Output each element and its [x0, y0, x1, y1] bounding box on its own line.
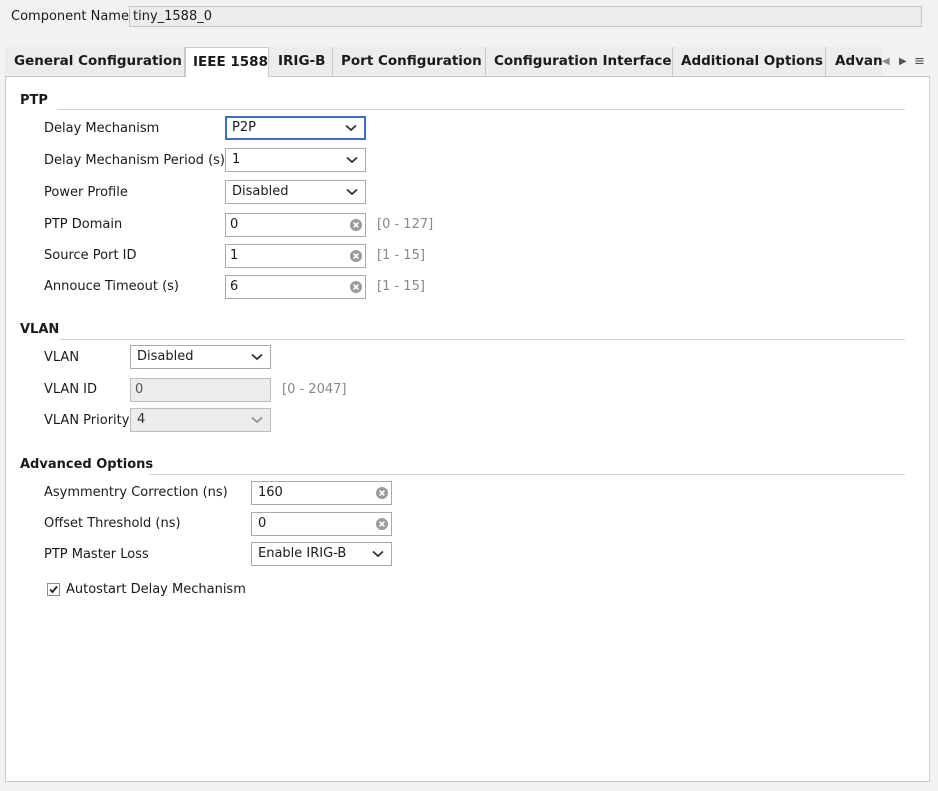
tab-general-configuration[interactable]: General Configuration [5, 47, 185, 76]
clear-circle-icon[interactable] [376, 487, 388, 499]
chevron-down-icon [251, 346, 263, 368]
chevron-down-icon [346, 181, 358, 203]
tab-additional-options[interactable]: Additional Options [673, 47, 826, 76]
vlan-section-title: VLAN [20, 322, 60, 337]
ptp-domain-input[interactable]: 0 [225, 213, 366, 237]
announce-timeout-value: 6 [230, 279, 239, 294]
vlan-id-input[interactable]: 0 [130, 378, 271, 402]
vlan-label: VLAN [44, 350, 80, 365]
source-port-label: Source Port ID [44, 248, 137, 263]
clear-circle-icon[interactable] [376, 518, 388, 530]
vlan-id-range: [0 - 2047] [282, 382, 347, 397]
vlan-section-divider [60, 339, 905, 340]
triangle-right-icon[interactable]: ▶ [899, 47, 907, 76]
delay-period-value: 1 [232, 152, 241, 167]
advanced-section-title: Advanced Options [20, 457, 154, 472]
menu-icon[interactable]: ≡ [914, 47, 925, 76]
source-port-input[interactable]: 1 [225, 244, 366, 268]
tab-port-configuration[interactable]: Port Configuration [333, 47, 486, 76]
tab-configuration-interface[interactable]: Configuration Interface [486, 47, 673, 76]
vlan-id-label: VLAN ID [44, 382, 98, 397]
announce-timeout-label: Annouce Timeout (s) [44, 279, 179, 294]
clear-circle-icon[interactable] [350, 219, 362, 231]
delay-mechanism-value: P2P [232, 120, 256, 135]
ptp-domain-value: 0 [230, 217, 239, 232]
power-profile-select[interactable]: Disabled [225, 180, 366, 204]
vlan-id-value: 0 [135, 382, 144, 397]
component-name-label: Component Name [11, 9, 129, 24]
delay-period-select[interactable]: 1 [225, 148, 366, 172]
offset-threshold-label: Offset Threshold (ns) [44, 516, 181, 531]
announce-timeout-input[interactable]: 6 [225, 275, 366, 299]
asymmetry-label: Asymmentry Correction (ns) [44, 485, 228, 500]
clear-circle-icon[interactable] [350, 281, 362, 293]
autostart-checkbox[interactable] [47, 583, 60, 596]
tab-irig-b[interactable]: IRIG-B [269, 47, 333, 76]
chevron-down-icon [372, 543, 384, 565]
power-profile-value: Disabled [232, 184, 289, 199]
ptp-section-divider [57, 109, 905, 110]
chevron-down-icon [346, 149, 358, 171]
offset-threshold-value: 0 [258, 516, 267, 531]
master-loss-select[interactable]: Enable IRIG-B [251, 542, 392, 566]
triangle-left-icon[interactable]: ◀ [882, 47, 890, 76]
delay-mechanism-label: Delay Mechanism [44, 121, 160, 136]
delay-period-label: Delay Mechanism Period (s) [44, 153, 225, 168]
source-port-range: [1 - 15] [377, 248, 425, 263]
vlan-priority-value: 4 [137, 412, 146, 427]
autostart-label: Autostart Delay Mechanism [66, 582, 246, 597]
asymmetry-value: 160 [258, 485, 283, 500]
tab-advanced[interactable]: Advan [826, 47, 882, 76]
source-port-value: 1 [230, 248, 239, 263]
chevron-down-icon [251, 409, 263, 431]
ptp-domain-label: PTP Domain [44, 217, 123, 232]
tab-ieee-1588[interactable]: IEEE 1588 [185, 47, 269, 77]
delay-mechanism-select[interactable]: P2P [225, 116, 366, 140]
advanced-section-divider [149, 474, 905, 475]
tab-bar: General Configuration IEEE 1588 IRIG-B P… [5, 47, 930, 77]
vlan-select[interactable]: Disabled [130, 345, 271, 369]
power-profile-label: Power Profile [44, 185, 128, 200]
ptp-domain-range: [0 - 127] [377, 217, 434, 232]
master-loss-label: PTP Master Loss [44, 547, 149, 562]
chevron-down-icon [345, 118, 357, 138]
vlan-priority-select[interactable]: 4 [130, 408, 271, 432]
vlan-value: Disabled [137, 349, 194, 364]
announce-timeout-range: [1 - 15] [377, 279, 425, 294]
ptp-section-title: PTP [20, 93, 48, 108]
component-name-input[interactable]: tiny_1588_0 [129, 6, 922, 27]
offset-threshold-input[interactable]: 0 [251, 512, 392, 536]
clear-circle-icon[interactable] [350, 250, 362, 262]
checkmark-icon [49, 585, 58, 594]
master-loss-value: Enable IRIG-B [258, 546, 347, 561]
asymmetry-input[interactable]: 160 [251, 481, 392, 505]
vlan-priority-label: VLAN Priority [44, 413, 130, 428]
